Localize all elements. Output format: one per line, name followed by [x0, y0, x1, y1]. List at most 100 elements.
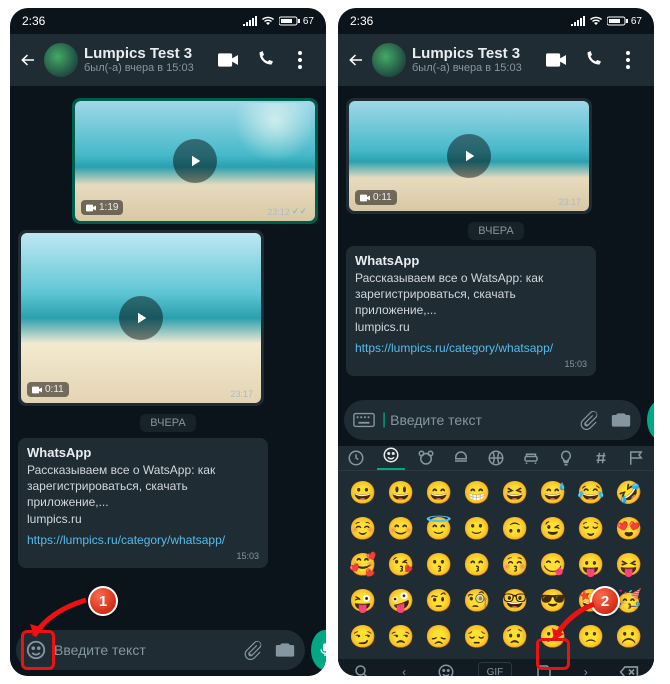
battery-pct: 67: [631, 16, 642, 27]
camera-button[interactable]: [607, 406, 635, 434]
play-icon[interactable]: [447, 134, 491, 178]
cat-smileys[interactable]: [377, 446, 405, 470]
emoji-cell[interactable]: 😊: [384, 513, 418, 545]
emoji-cell[interactable]: 🥰: [346, 549, 380, 581]
mic-button[interactable]: [647, 400, 654, 440]
video-message-2[interactable]: 0:11 23:17: [18, 230, 264, 406]
emoji-cell[interactable]: 🙃: [498, 513, 532, 545]
link-url[interactable]: https://lumpics.ru/category/whatsapp/: [349, 337, 593, 359]
cat-symbols[interactable]: [587, 449, 615, 467]
status-bar: 2:36 67: [10, 8, 326, 34]
emoji-cell[interactable]: 🧐: [460, 585, 494, 617]
camera-button[interactable]: [271, 636, 299, 664]
emoji-cell[interactable]: 😍: [612, 513, 646, 545]
emoji-cell[interactable]: 😀: [346, 477, 380, 509]
emoji-cell[interactable]: 😟: [498, 621, 532, 653]
chat-title-block[interactable]: Lumpics Test 3 был(-а) вчера в 15:03: [84, 46, 210, 75]
footer-emoji[interactable]: [429, 659, 463, 676]
voice-call-button[interactable]: [246, 42, 282, 78]
video-duration: 0:11: [27, 382, 69, 397]
link-card[interactable]: WhatsApp Рассказываем все о WatsApp: как…: [18, 438, 268, 568]
footer-backspace[interactable]: [611, 661, 647, 676]
chat-title-block[interactable]: Lumpics Test 3 был(-а) вчера в 15:03: [412, 46, 538, 75]
cat-recent[interactable]: [342, 449, 370, 467]
emoji-cell[interactable]: 😄: [422, 477, 456, 509]
emoji-cell[interactable]: 😏: [346, 621, 380, 653]
emoji-cell[interactable]: 😉: [536, 513, 570, 545]
emoji-grid: 😀😃😄😁😆😅😂🤣☺️😊😇🙂🙃😉😌😍🥰😘😗😙😚😋😛😝😜🤪🤨🧐🤓😎🤩🥳😏😒😞😔😟😕🙁…: [338, 471, 654, 659]
back-button[interactable]: [346, 51, 366, 69]
battery-icon: [607, 16, 629, 26]
emoji-cell[interactable]: 😘: [384, 549, 418, 581]
link-card[interactable]: WhatsApp Рассказываем все о WatsApp: как…: [346, 246, 596, 376]
cat-objects[interactable]: [552, 449, 580, 467]
footer-nav-left[interactable]: ‹: [394, 661, 414, 676]
app-bar: Lumpics Test 3 был(-а) вчера в 15:03: [10, 34, 326, 86]
footer-nav-right[interactable]: ›: [576, 661, 596, 676]
last-seen: был(-а) вчера в 15:03: [84, 62, 210, 74]
link-url[interactable]: https://lumpics.ru/category/whatsapp/: [21, 529, 265, 551]
attach-button[interactable]: [575, 406, 603, 434]
video-call-button[interactable]: [538, 42, 574, 78]
emoji-cell[interactable]: 🤪: [384, 585, 418, 617]
link-title: WhatsApp: [349, 249, 593, 268]
video-message-1[interactable]: 0:11 23:17: [346, 98, 592, 214]
cat-flags[interactable]: [622, 449, 650, 467]
emoji-cell[interactable]: 😅: [536, 477, 570, 509]
emoji-cell[interactable]: 🤓: [498, 585, 532, 617]
emoji-cell[interactable]: 🙂: [460, 513, 494, 545]
emoji-cell[interactable]: 😋: [536, 549, 570, 581]
emoji-cell[interactable]: ☺️: [346, 513, 380, 545]
chat-pane[interactable]: 0:11 23:17 ВЧЕРА WhatsApp Рассказываем в…: [338, 86, 654, 394]
emoji-cell[interactable]: 😚: [498, 549, 532, 581]
more-button[interactable]: [610, 42, 646, 78]
emoji-cell[interactable]: 😁: [460, 477, 494, 509]
emoji-cell[interactable]: 😝: [612, 549, 646, 581]
cat-animals[interactable]: [412, 449, 440, 467]
avatar[interactable]: [44, 43, 78, 77]
cat-travel[interactable]: [517, 449, 545, 467]
cat-activity[interactable]: [482, 449, 510, 467]
emoji-cell[interactable]: ☹️: [612, 621, 646, 653]
cat-food[interactable]: [447, 449, 475, 467]
chat-title: Lumpics Test 3: [84, 46, 210, 63]
emoji-cell[interactable]: 😌: [574, 513, 608, 545]
chat-pane[interactable]: 1:19 23:12✓✓ 0:11 23:17 ВЧЕРА WhatsApp Р…: [10, 86, 326, 624]
emoji-keyboard: 😀😃😄😁😆😅😂🤣☺️😊😇🙂🙃😉😌😍🥰😘😗😙😚😋😛😝😜🤪🤨🧐🤓😎🤩🥳😏😒😞😔😟😕🙁…: [338, 446, 654, 676]
signal-icon: [243, 16, 257, 26]
emoji-cell[interactable]: 🤨: [422, 585, 456, 617]
chat-title: Lumpics Test 3: [412, 46, 538, 63]
more-button[interactable]: [282, 42, 318, 78]
emoji-cell[interactable]: 😛: [574, 549, 608, 581]
avatar[interactable]: [372, 43, 406, 77]
footer-gif[interactable]: GIF: [478, 662, 513, 677]
emoji-cell[interactable]: 😂: [574, 477, 608, 509]
emoji-cell[interactable]: 😒: [384, 621, 418, 653]
emoji-cell[interactable]: 🤣: [612, 477, 646, 509]
emoji-cell[interactable]: 😞: [422, 621, 456, 653]
emoji-cell[interactable]: 😇: [422, 513, 456, 545]
emoji-category-tabs: [338, 446, 654, 471]
video-message-1[interactable]: 1:19 23:12✓✓: [72, 98, 318, 224]
play-icon[interactable]: [119, 296, 163, 340]
message-input[interactable]: [390, 412, 571, 428]
attach-button[interactable]: [239, 636, 267, 664]
voice-call-button[interactable]: [574, 42, 610, 78]
emoji-cell[interactable]: 😙: [460, 549, 494, 581]
emoji-cell[interactable]: 😆: [498, 477, 532, 509]
emoji-cell[interactable]: 😜: [346, 585, 380, 617]
video-duration: 1:19: [81, 200, 123, 215]
play-icon[interactable]: [173, 139, 217, 183]
wifi-icon: [261, 16, 275, 26]
emoji-cell[interactable]: 😃: [384, 477, 418, 509]
footer-search[interactable]: [345, 659, 379, 676]
keyboard-button[interactable]: [350, 406, 378, 434]
emoji-cell[interactable]: 😗: [422, 549, 456, 581]
back-button[interactable]: [18, 51, 38, 69]
battery-icon: [279, 16, 301, 26]
cursor-icon: |: [382, 411, 386, 429]
video-call-button[interactable]: [210, 42, 246, 78]
mic-button[interactable]: [311, 630, 326, 670]
emoji-cell[interactable]: 😔: [460, 621, 494, 653]
msg-time: 15:03: [21, 551, 265, 565]
